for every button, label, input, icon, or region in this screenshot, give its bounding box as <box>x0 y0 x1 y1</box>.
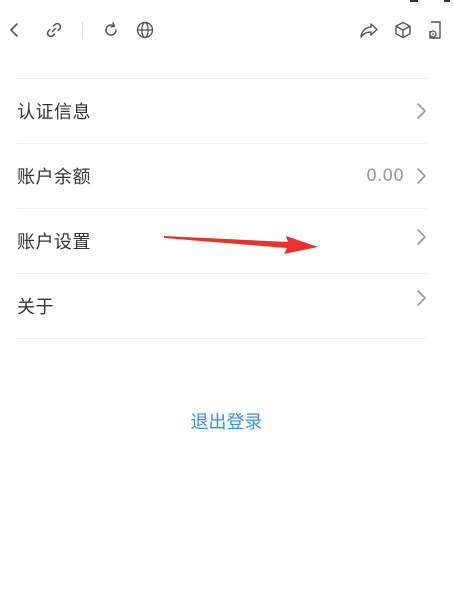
page: 认证信息 账户余额 0.00 账户设置 关于 退出登录 <box>0 0 453 611</box>
menu-item-about[interactable]: 关于 <box>17 274 428 339</box>
link-icon <box>46 22 62 38</box>
chevron-right-icon <box>417 229 426 245</box>
refresh-icon <box>105 22 117 36</box>
menu-item-label: 账户余额 <box>17 167 91 188</box>
open-in-browser-button[interactable] <box>133 18 157 42</box>
cube-icon <box>395 21 411 39</box>
share-button[interactable] <box>357 18 381 42</box>
chevron-right-icon <box>417 290 426 306</box>
menu-item-label: 认证信息 <box>17 102 91 123</box>
toolbar-separator <box>82 22 83 37</box>
window-edge-mark <box>444 0 450 2</box>
top-toolbar <box>0 0 453 60</box>
back-icon <box>10 23 18 37</box>
settings-menu: 认证信息 账户余额 0.00 账户设置 关于 <box>17 78 428 339</box>
balance-value: 0.00 <box>366 166 404 186</box>
refresh-button[interactable] <box>99 18 123 42</box>
copy-link-button[interactable] <box>42 18 66 42</box>
annotation-arrow <box>164 236 318 254</box>
menu-item-label: 账户设置 <box>17 232 91 253</box>
menu-item-label: 关于 <box>17 297 54 318</box>
back-button[interactable] <box>2 18 26 42</box>
menu-item-balance[interactable]: 账户余额 0.00 <box>17 144 428 209</box>
mini-program-button[interactable] <box>391 18 415 42</box>
chevron-right-icon <box>417 168 426 184</box>
share-icon <box>360 23 378 38</box>
globe-icon <box>136 21 154 39</box>
device-button[interactable] <box>423 18 447 42</box>
chevron-right-icon <box>417 103 426 119</box>
window-edge-mark <box>410 0 418 2</box>
logout-button[interactable]: 退出登录 <box>0 408 453 434</box>
mobile-speaker-icon <box>429 21 441 39</box>
menu-item-verification[interactable]: 认证信息 <box>17 79 428 144</box>
